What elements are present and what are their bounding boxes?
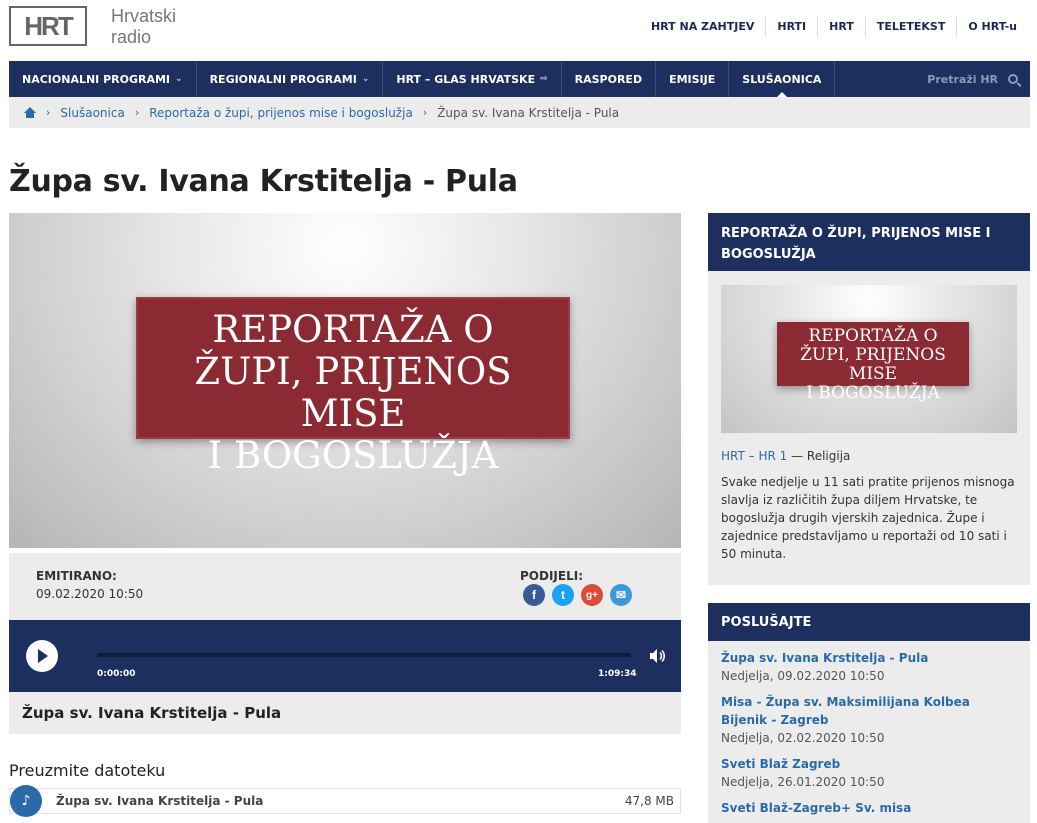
nav-glas-hrvatske[interactable]: HRT – GLAS HRVATSKE ⇨ xyxy=(383,61,562,97)
chevron-down-icon: ⌄ xyxy=(175,74,183,84)
progress-bar[interactable] xyxy=(97,653,631,657)
episode-link[interactable]: Sveti Blaž Zagreb xyxy=(721,755,1017,773)
chevron-down-icon: ⌄ xyxy=(361,74,370,84)
episode-link[interactable]: Misa - Župa sv. Maksimilijana Kolbea Bij… xyxy=(721,693,1017,729)
duration: 1:09:34 xyxy=(598,669,637,679)
category-separator: — xyxy=(787,449,807,463)
download-file-name: Župa sv. Ivana Krstitelja - Pula xyxy=(56,794,264,808)
nav-label: RASPORED xyxy=(574,72,643,86)
link-teletekst[interactable]: TELETEKST xyxy=(864,16,957,37)
chevron-right-icon: › xyxy=(46,106,51,119)
link-o-hrt[interactable]: O HRT-u xyxy=(956,16,1028,37)
chevron-right-icon: › xyxy=(422,106,428,119)
external-link-icon: ⇨ xyxy=(540,74,548,84)
channel-link[interactable]: HRT – HR 1 xyxy=(721,449,787,463)
breadcrumb-show[interactable]: Reportaža o župi, prijenos mise i bogosl… xyxy=(149,106,413,120)
list-item[interactable]: Misa - Župa sv. Maksimilijana Kolbea Bij… xyxy=(708,693,1030,747)
list-item[interactable]: Župa sv. Ivana Krstitelja - Pula Nedjelj… xyxy=(708,649,1030,685)
show-title[interactable]: REPORTAŽA O ŽUPI, PRIJENOS MISE I BOGOSL… xyxy=(708,213,1030,271)
category-label: Religija xyxy=(806,449,851,463)
banner-line-2: ŽUPI, PRIJENOS MISE xyxy=(194,350,512,435)
nav-raspored[interactable]: RASPORED xyxy=(562,61,657,97)
page-title: Župa sv. Ivana Krstitelja - Pula xyxy=(9,164,518,199)
episode-date: Nedjelja, 26.01.2020 10:50 xyxy=(721,775,885,789)
logo-line-2: radio xyxy=(111,27,152,47)
search-icon xyxy=(1008,74,1018,84)
nav-label: REGIONALNI PROGRAMI xyxy=(209,72,357,86)
show-info-box: REPORTAŽA O ŽUPI, PRIJENOS MISE I BOGOSL… xyxy=(708,213,1030,585)
google-plus-icon[interactable]: g+ xyxy=(581,584,603,606)
breadcrumb-current: Župa sv. Ivana Krstitelja - Pula xyxy=(437,105,620,120)
breadcrumb: › Slušaonica › Reportaža o župi, prijeno… xyxy=(9,97,1030,128)
list-item[interactable]: Sveti Blaž Zagreb Nedjelja, 26.01.2020 1… xyxy=(708,755,1030,791)
email-icon[interactable]: ✉ xyxy=(610,584,632,606)
show-description: Svake nedjelje u 11 sati pratite prijeno… xyxy=(721,475,1015,561)
search-button[interactable]: Pretraži HR xyxy=(927,73,1030,86)
nav-regionalni-programi[interactable]: REGIONALNI PROGRAMI ⌄ xyxy=(197,61,384,97)
thumb-line-2: ŽUPI, PRIJENOS MISE xyxy=(800,345,946,384)
thumb-line-1: REPORTAŽA O xyxy=(808,326,938,346)
download-heading: Preuzmite datoteku xyxy=(9,761,166,780)
list-item[interactable]: Sveti Blaž-Zagreb+ Sv. misa xyxy=(708,799,1030,817)
episode-image: REPORTAŽA O ŽUPI, PRIJENOS MISE I BOGOSL… xyxy=(9,213,681,548)
logo-mark: HRT xyxy=(9,6,87,46)
logo-line-1: Hrvatski xyxy=(111,6,177,26)
player-title: Župa sv. Ivana Krstitelja - Pula xyxy=(9,692,681,734)
thumb-line-3: I BOGOSLUŽJA xyxy=(806,383,940,403)
nav-nacionalni-programi[interactable]: NACIONALNI PROGRAMI ⌄ xyxy=(9,61,197,97)
breadcrumb-slusaonica[interactable]: Slušaonica xyxy=(60,106,124,120)
nav-label: SLUŠAONICA xyxy=(742,72,822,86)
chevron-right-icon: › xyxy=(134,106,140,119)
music-note-icon: ♪ xyxy=(10,785,42,817)
show-category: HRT – HR 1 — Religija xyxy=(721,449,850,463)
nav-label: NACIONALNI PROGRAMI xyxy=(22,72,171,86)
link-hrti[interactable]: HRTI xyxy=(765,16,817,37)
nav-label: EMISIJE xyxy=(669,72,716,86)
banner-line-3: I BOGOSLUŽJA xyxy=(207,434,499,477)
search-label: Pretraži HR xyxy=(927,72,998,86)
volume-icon[interactable] xyxy=(649,648,665,664)
episode-date: Nedjelja, 02.02.2020 10:50 xyxy=(721,731,885,745)
nav-emisije[interactable]: EMISIJE xyxy=(656,61,730,97)
share-icons: f t g+ ✉ xyxy=(523,584,639,606)
main-nav: NACIONALNI PROGRAMI ⌄ REGIONALNI PROGRAM… xyxy=(9,61,1030,97)
home-icon[interactable] xyxy=(24,107,36,118)
share-label: PODIJELI: xyxy=(520,569,583,583)
top-links: HRT NA ZAHTJEV HRTI HRT TELETEKST O HRT-… xyxy=(640,16,1028,37)
download-file-size: 47,8 MB xyxy=(624,794,674,808)
logo-text: Hrvatski radio xyxy=(111,6,176,48)
current-time: 0:00:00 xyxy=(97,669,136,679)
episode-link[interactable]: Sveti Blaž-Zagreb+ Sv. misa xyxy=(721,799,1017,817)
link-hrt[interactable]: HRT xyxy=(817,16,865,37)
thumb-banner: REPORTAŽA O ŽUPI, PRIJENOS MISE I BOGOSL… xyxy=(777,322,969,403)
listen-box: POSLUŠAJTE Župa sv. Ivana Krstitelja - P… xyxy=(708,603,1030,823)
listen-title: POSLUŠAJTE xyxy=(708,603,1030,641)
play-button[interactable] xyxy=(26,640,58,672)
episode-date: Nedjelja, 09.02.2020 10:50 xyxy=(721,669,885,683)
nav-label: HRT – GLAS HRVATSKE xyxy=(396,72,536,86)
download-row[interactable]: ♪ Župa sv. Ivana Krstitelja - Pula 47,8 … xyxy=(9,785,681,817)
link-hrt-na-zahtjev[interactable]: HRT NA ZAHTJEV xyxy=(640,16,765,37)
facebook-icon[interactable]: f xyxy=(523,584,545,606)
aired-label: EMITIRANO: xyxy=(36,569,117,583)
twitter-icon[interactable]: t xyxy=(552,584,574,606)
show-thumbnail[interactable]: REPORTAŽA O ŽUPI, PRIJENOS MISE I BOGOSL… xyxy=(721,285,1017,433)
episode-link[interactable]: Župa sv. Ivana Krstitelja - Pula xyxy=(721,649,1017,667)
hrt-logo[interactable]: HRT Hrvatski radio xyxy=(9,6,176,48)
show-banner: REPORTAŽA O ŽUPI, PRIJENOS MISE I BOGOSL… xyxy=(136,297,570,477)
banner-line-1: REPORTAŽA O xyxy=(212,308,494,351)
audio-player: 0:00:00 1:09:34 xyxy=(9,620,681,692)
nav-slusaonica[interactable]: SLUŠAONICA xyxy=(729,61,836,97)
aired-value: 09.02.2020 10:50 xyxy=(36,587,144,601)
episode-meta: EMITIRANO: 09.02.2020 10:50 PODIJELI: f … xyxy=(9,553,681,620)
